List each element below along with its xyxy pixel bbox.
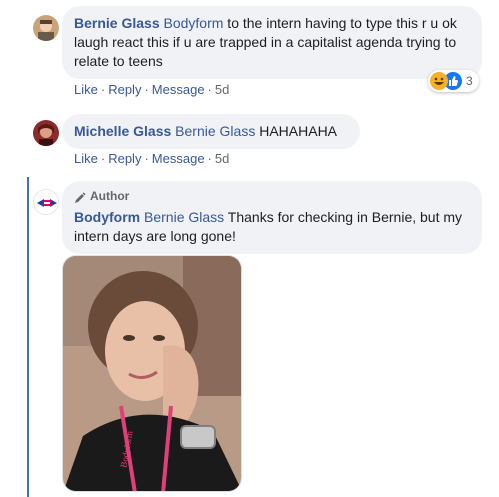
author-badge: Author: [74, 187, 470, 206]
comment-author[interactable]: Bernie Glass: [74, 15, 160, 31]
reply-link[interactable]: Reply: [108, 82, 141, 97]
action-separator: ·: [144, 82, 149, 97]
avatar-michelle[interactable]: [33, 120, 59, 146]
comment-mention[interactable]: Bernie Glass: [175, 123, 255, 139]
like-link[interactable]: Like: [74, 82, 98, 97]
avatar-bernie[interactable]: [33, 15, 59, 41]
timestamp[interactable]: 5d: [215, 151, 229, 166]
avatar-bodyform[interactable]: [33, 189, 59, 215]
reaction-count: 3: [466, 74, 473, 88]
reply-link[interactable]: Reply: [108, 151, 141, 166]
timestamp[interactable]: 5d: [215, 82, 229, 97]
comment-actions: Like · Reply · Message · 5d: [74, 82, 229, 97]
comment-photo[interactable]: Bodyform: [62, 255, 242, 492]
comment-bubble: Bernie Glass Bodyform to the intern havi…: [62, 6, 482, 79]
message-link[interactable]: Message: [152, 151, 205, 166]
like-link[interactable]: Like: [74, 151, 98, 166]
action-separator: ·: [100, 82, 106, 97]
comment-mention[interactable]: Bodyform: [164, 15, 224, 31]
comment-author[interactable]: Michelle Glass: [74, 123, 171, 139]
comment-bubble: Author Bodyform Bernie Glass Thanks for …: [62, 181, 482, 254]
message-link[interactable]: Message: [152, 82, 205, 97]
comment-author[interactable]: Bodyform: [74, 209, 140, 225]
pencil-icon: [74, 191, 86, 203]
action-separator: ·: [207, 82, 212, 97]
reply-thread-bar: [27, 177, 29, 497]
action-separator: ·: [144, 151, 149, 166]
reactions-summary[interactable]: 3: [428, 70, 479, 92]
selfie-image: Bodyform: [63, 256, 241, 491]
comment-text: HAHAHAHA: [255, 123, 338, 139]
action-separator: ·: [207, 151, 212, 166]
author-badge-label: Author: [90, 189, 130, 203]
comment-actions: Like · Reply · Message · 5d: [74, 151, 229, 166]
haha-icon: [430, 72, 448, 90]
action-separator: ·: [100, 151, 106, 166]
comment-mention[interactable]: Bernie Glass: [144, 209, 224, 225]
comment-bubble: Michelle Glass Bernie Glass HAHAHAHA: [62, 114, 360, 149]
